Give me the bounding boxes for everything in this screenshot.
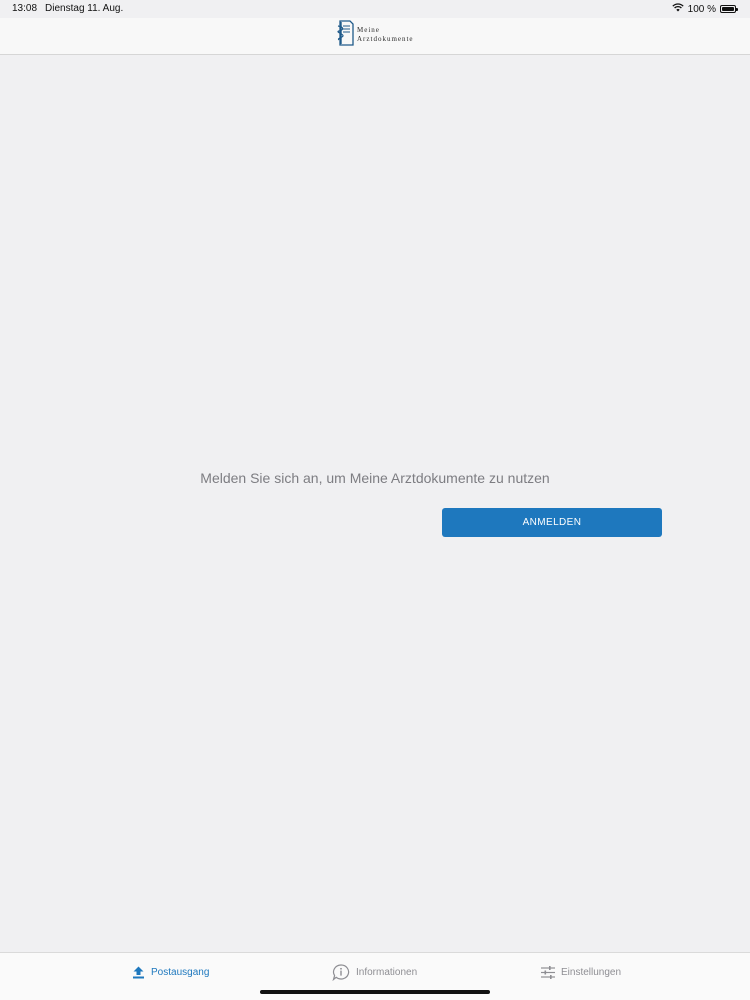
logo-text: Meine Arztdokumente [357, 26, 414, 44]
status-bar: 13:08 Dienstag 11. Aug. 100 % [0, 0, 750, 18]
status-time: 13:08 [12, 3, 38, 14]
upload-icon [132, 966, 145, 979]
tab-postausgang-label: Postausgang [151, 966, 210, 978]
sliders-icon [541, 965, 555, 979]
logo-text-line2: Arztdokumente [357, 35, 414, 43]
battery-percentage: 100 % [687, 3, 716, 15]
wifi-icon [671, 3, 684, 15]
info-bubble-icon [332, 963, 350, 981]
tab-informationen[interactable]: Informationen [332, 962, 417, 982]
logo-text-line1: Meine [357, 26, 380, 34]
tab-einstellungen[interactable]: Einstellungen [541, 962, 621, 982]
battery-icon [720, 5, 738, 13]
login-button[interactable]: ANMELDEN [442, 508, 662, 537]
tab-informationen-label: Informationen [356, 966, 418, 978]
home-indicator[interactable] [260, 990, 490, 994]
tab-einstellungen-label: Einstellungen [561, 966, 622, 978]
navigation-bar: Meine Arztdokumente [0, 18, 750, 55]
tab-postausgang[interactable]: Postausgang [132, 962, 209, 982]
login-prompt-message: Melden Sie sich an, um Meine Arztdokumen… [200, 470, 550, 486]
status-date: Dienstag 11. Aug. [45, 3, 124, 14]
app-logo: Meine Arztdokumente [336, 19, 414, 51]
main-content: Melden Sie sich an, um Meine Arztdokumen… [0, 55, 750, 952]
logo-icon [336, 19, 354, 51]
status-right: 100 % [671, 3, 738, 15]
status-left: 13:08 Dienstag 11. Aug. [12, 3, 123, 14]
